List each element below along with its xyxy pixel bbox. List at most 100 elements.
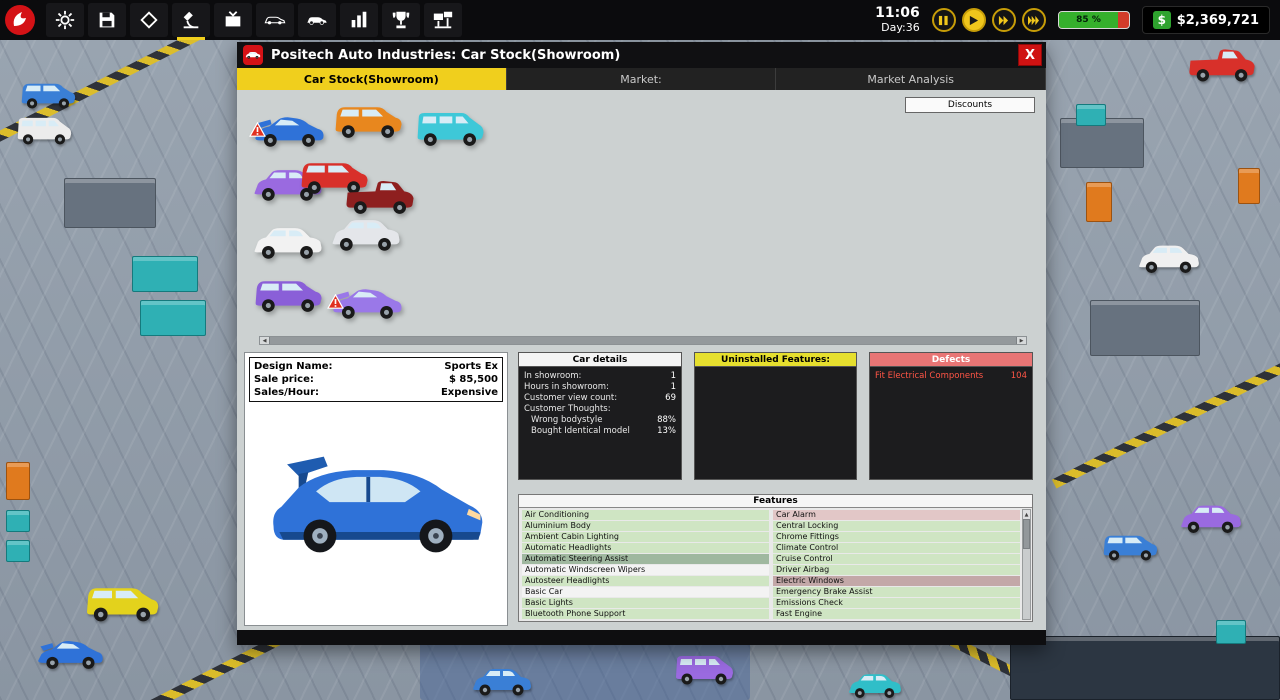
showroom-car[interactable] xyxy=(253,108,327,154)
showroom-car[interactable] xyxy=(331,98,405,144)
settings-button[interactable] xyxy=(46,3,84,37)
feature-item[interactable]: Basic Lights xyxy=(522,598,769,608)
scroll-up-icon[interactable]: ▲ xyxy=(1023,510,1030,519)
max-speed-button[interactable] xyxy=(1022,8,1046,32)
detail-row: Customer view count:69 xyxy=(524,393,676,404)
save-icon xyxy=(96,9,118,31)
positech-logo[interactable] xyxy=(0,0,40,40)
feature-item[interactable]: Central Locking xyxy=(773,521,1020,531)
uninstalled-features-panel: Uninstalled Features: xyxy=(694,352,857,480)
showroom-car[interactable] xyxy=(251,272,325,318)
fast-forward-icon xyxy=(998,15,1009,26)
feature-item[interactable]: Car Alarm xyxy=(773,510,1020,520)
discounts-button[interactable]: Discounts xyxy=(905,97,1035,113)
feature-item[interactable]: Driver Airbag xyxy=(773,565,1020,575)
game-screen: 11:06 Day:36 85 % xyxy=(0,0,1280,700)
car-models-button[interactable] xyxy=(256,3,294,37)
scroll-right-icon[interactable]: ▶ xyxy=(1017,337,1026,344)
displays-button[interactable] xyxy=(424,3,462,37)
design-name-value: Sports Ex xyxy=(444,360,498,373)
clock: 11:06 Day:36 xyxy=(875,6,920,33)
background-car-icon xyxy=(18,76,78,112)
defects-body: Fit Electrical Components104 xyxy=(870,367,1032,479)
close-button[interactable]: X xyxy=(1018,44,1042,66)
tab-market[interactable]: Market: xyxy=(507,68,777,90)
scrollbar-thumb[interactable] xyxy=(269,337,1017,344)
fast-forward-button[interactable] xyxy=(992,8,1016,32)
background-car-icon xyxy=(1186,42,1258,86)
research-button[interactable] xyxy=(172,3,210,37)
feature-item[interactable]: Chrome Fittings xyxy=(773,532,1020,542)
stats-button[interactable] xyxy=(340,3,378,37)
showroom-car[interactable] xyxy=(329,212,403,258)
save-button[interactable] xyxy=(88,3,126,37)
background-car-icon xyxy=(846,668,904,700)
tv-icon xyxy=(222,9,244,31)
detail-row: Hours in showroom:1 xyxy=(524,382,676,393)
design-name-row: Design Name: Sports Ex xyxy=(254,360,498,373)
tab-car-stock[interactable]: Car Stock(Showroom) xyxy=(237,68,507,90)
feature-item[interactable]: Air Conditioning xyxy=(522,510,769,520)
gear-icon xyxy=(54,9,76,31)
features-header: Features xyxy=(519,495,1032,508)
marketing-button[interactable] xyxy=(214,3,252,37)
efficiency-value: 85 % xyxy=(1059,12,1119,28)
horizontal-scrollbar[interactable]: ◀ ▶ xyxy=(259,336,1027,345)
background-car-icon xyxy=(672,650,736,688)
microscope-icon xyxy=(180,9,202,31)
design-panel: Design Name: Sports Ex Sale price: $ 85,… xyxy=(244,352,508,626)
vehicle-design-button[interactable] xyxy=(130,3,168,37)
background-car-icon xyxy=(1178,498,1244,538)
feature-item[interactable]: Emergency Brake Assist xyxy=(773,587,1020,597)
feature-item[interactable]: Emissions Check xyxy=(773,598,1020,608)
vertical-scrollbar[interactable]: ▲ xyxy=(1022,509,1031,620)
dialog-content: Discounts ◀ ▶ xyxy=(237,90,1046,630)
defects-panel: Defects Fit Electrical Components104 xyxy=(869,352,1033,480)
features-right-column: Car Alarm Central Locking Chrome Fitting… xyxy=(773,510,1020,619)
sale-price-label: Sale price: xyxy=(254,373,314,386)
showroom-button[interactable] xyxy=(298,3,336,37)
positech-logo-icon xyxy=(4,4,36,36)
tab-market-analysis[interactable]: Market Analysis xyxy=(776,68,1046,90)
play-button[interactable] xyxy=(962,8,986,32)
scrollbar-thumb[interactable] xyxy=(1023,519,1030,549)
feature-item[interactable]: Automatic Headlights xyxy=(522,543,769,553)
selected-car-image xyxy=(245,448,507,560)
feature-item[interactable]: Electric Windows xyxy=(773,576,1020,586)
car-outline-icon xyxy=(264,9,286,31)
feature-item[interactable]: Ambient Cabin Lighting xyxy=(522,532,769,542)
detail-row: Bought Identical model13% xyxy=(524,426,676,437)
play-icon xyxy=(968,15,979,26)
pause-button[interactable] xyxy=(932,8,956,32)
defect-row: Fit Electrical Components104 xyxy=(875,371,1027,382)
car-logo-icon xyxy=(245,49,261,61)
feature-item[interactable]: Basic Car xyxy=(522,587,769,597)
background-car-icon xyxy=(36,632,106,674)
max-speed-icon xyxy=(1028,15,1039,26)
background-car-icon xyxy=(1136,238,1202,278)
feature-item[interactable]: Automatic Windscreen Wipers xyxy=(522,565,769,575)
sale-price-row: Sale price: $ 85,500 xyxy=(254,373,498,386)
feature-item[interactable]: Bluetooth Phone Support xyxy=(522,609,769,619)
uninstalled-features-body xyxy=(695,367,856,479)
speed-controls xyxy=(932,8,1046,32)
background-car-icon xyxy=(470,662,534,700)
achievements-button[interactable] xyxy=(382,3,420,37)
money-display: $ $2,369,721 xyxy=(1142,6,1270,34)
feature-item[interactable]: Aluminium Body xyxy=(522,521,769,531)
showroom-car[interactable] xyxy=(413,106,487,152)
showroom-car[interactable] xyxy=(251,220,325,266)
defects-header: Defects xyxy=(870,353,1032,367)
feature-item[interactable]: Climate Control xyxy=(773,543,1020,553)
feature-item[interactable]: Automatic Steering Assist xyxy=(522,554,769,564)
dialog-titlebar[interactable]: Positech Auto Industries: Car Stock(Show… xyxy=(237,42,1046,68)
machine-block xyxy=(64,178,156,228)
pause-icon xyxy=(938,15,949,26)
features-body: Air Conditioning Aluminium Body Ambient … xyxy=(519,508,1032,621)
feature-item[interactable]: Cruise Control xyxy=(773,554,1020,564)
showroom-car[interactable] xyxy=(331,280,405,326)
feature-item[interactable]: Autosteer Headlights xyxy=(522,576,769,586)
scroll-left-icon[interactable]: ◀ xyxy=(260,337,269,344)
design-info-box: Design Name: Sports Ex Sale price: $ 85,… xyxy=(249,357,503,402)
feature-item[interactable]: Fast Engine xyxy=(773,609,1020,619)
